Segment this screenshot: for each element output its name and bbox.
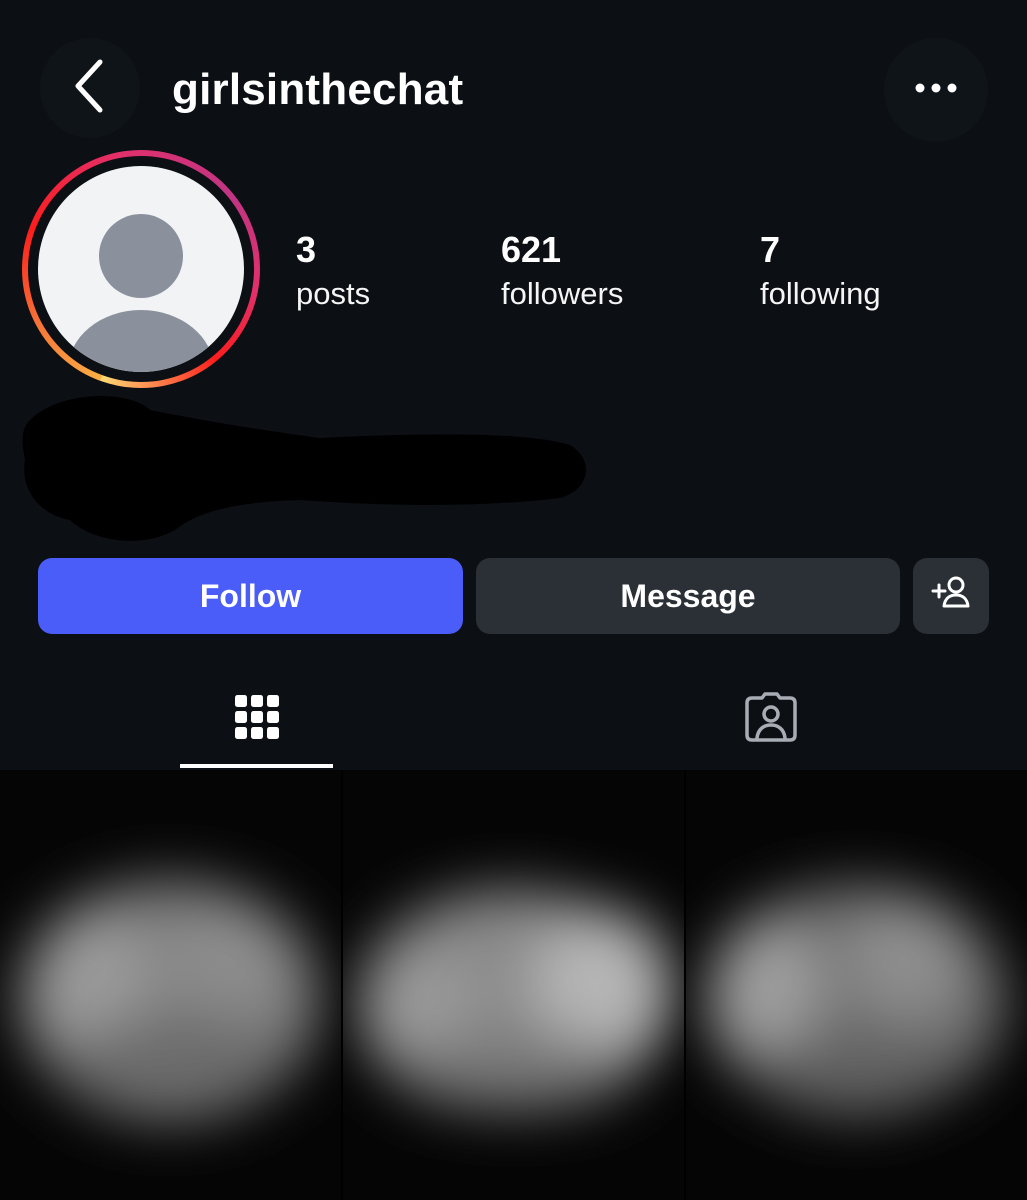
grid-icon	[234, 694, 280, 745]
stat-following-label: following	[760, 276, 881, 311]
chevron-left-icon	[70, 56, 110, 121]
suggested-accounts-button[interactable]	[913, 558, 989, 634]
post-thumbnail[interactable]	[686, 770, 1027, 1200]
tab-selected-indicator	[180, 764, 333, 768]
stat-following-count: 7	[760, 229, 781, 270]
posts-grid	[0, 770, 1027, 1200]
add-person-icon	[931, 575, 971, 617]
default-avatar-icon	[38, 166, 244, 372]
stat-posts-count: 3	[296, 229, 317, 270]
message-button[interactable]: Message	[476, 558, 900, 634]
stat-posts[interactable]: 3 posts	[296, 228, 370, 316]
story-ring[interactable]	[22, 150, 260, 388]
stat-followers-count: 621	[501, 229, 562, 270]
avatar-head	[99, 214, 183, 298]
stat-posts-label: posts	[296, 276, 371, 311]
post-thumbnail[interactable]	[343, 770, 684, 1200]
tab-posts-grid[interactable]	[180, 670, 333, 768]
post-thumbnail[interactable]	[0, 770, 341, 1200]
more-options-button[interactable]	[884, 38, 988, 142]
stat-followers[interactable]: 621 followers	[501, 228, 623, 316]
more-horizontal-icon	[914, 81, 958, 99]
avatar-shoulders	[68, 310, 214, 372]
redacted-bio	[0, 390, 600, 550]
tab-tagged[interactable]	[694, 670, 847, 768]
story-ring-gap	[28, 156, 254, 382]
back-button[interactable]	[40, 38, 140, 138]
tagged-person-icon	[744, 691, 798, 747]
follow-button[interactable]: Follow	[38, 558, 463, 634]
stat-followers-label: followers	[501, 276, 624, 311]
profile-username: girlsinthechat	[172, 65, 464, 114]
stat-following[interactable]: 7 following	[760, 228, 881, 316]
